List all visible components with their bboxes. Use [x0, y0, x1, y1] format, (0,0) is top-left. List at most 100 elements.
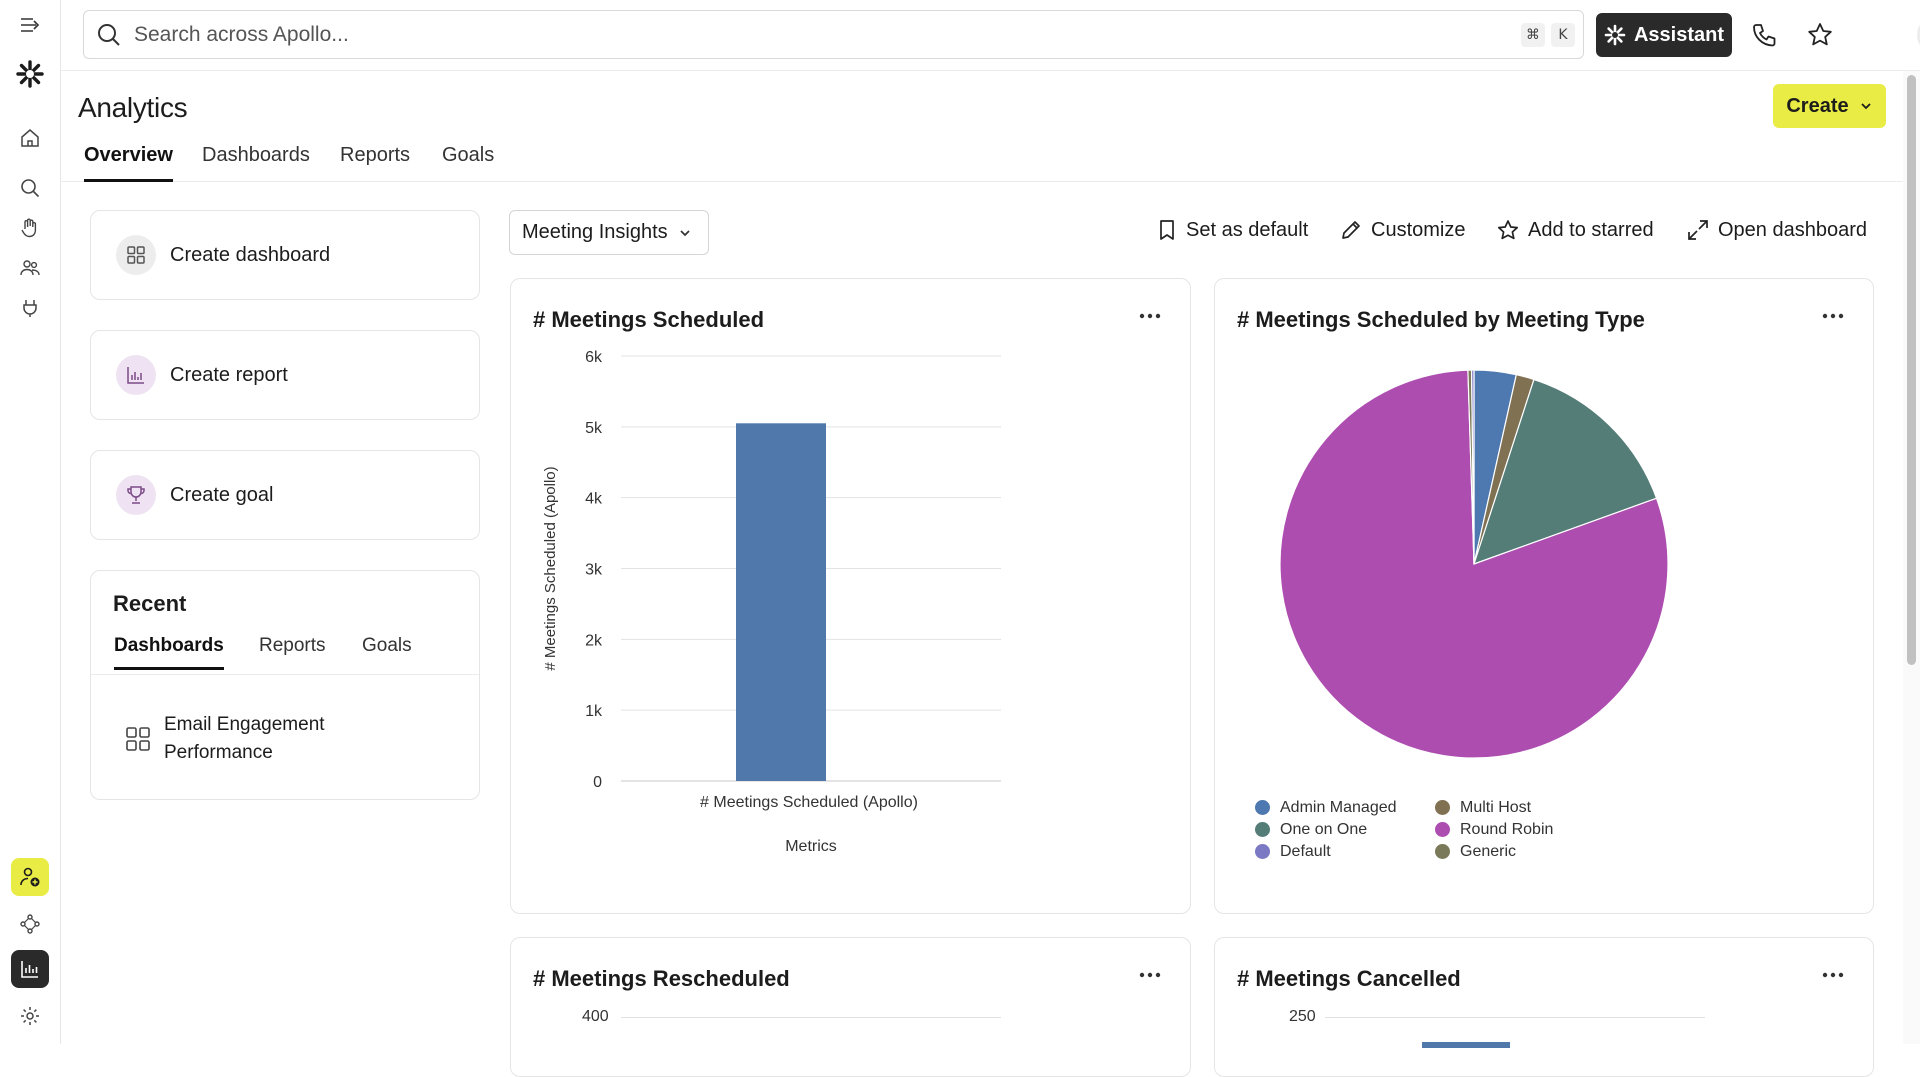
assistant-button[interactable]: Assistant [1596, 13, 1732, 57]
search-placeholder: Search across Apollo... [134, 22, 349, 46]
create-report-card[interactable]: Create report [90, 330, 480, 420]
more-options-icon[interactable] [1815, 960, 1851, 990]
chart-title: # Meetings Cancelled [1237, 966, 1461, 991]
create-button[interactable]: Create [1773, 84, 1886, 128]
legend-swatch [1435, 822, 1450, 837]
recent-panel: Recent Dashboards Reports Goals Email En… [90, 570, 480, 800]
legend-item[interactable]: Default [1255, 841, 1435, 862]
recent-dashboard-item[interactable]: Email Engagement Performance [124, 711, 354, 767]
y-tick-label: 250 [1289, 1008, 1316, 1025]
create-goal-label: Create goal [170, 483, 274, 506]
x-tick-label: # Meetings Scheduled (Apollo) [700, 794, 918, 811]
shortcut-k-key: K [1551, 23, 1575, 47]
home-icon[interactable] [14, 122, 46, 154]
legend-item[interactable]: Admin Managed [1255, 797, 1435, 818]
bookmark-icon [1160, 220, 1174, 240]
customize-button[interactable]: Customize [1339, 218, 1465, 242]
y-tick-label: 2k [585, 632, 603, 649]
bar [736, 423, 826, 781]
create-goal-card[interactable]: Create goal [90, 450, 480, 540]
y-tick-label: 400 [582, 1008, 609, 1025]
analytics-icon[interactable] [11, 950, 49, 988]
dashboard-select-value: Meeting Insights [522, 221, 668, 243]
recent-tab-goals[interactable]: Goals [362, 635, 412, 667]
engage-hand-icon[interactable] [14, 212, 46, 244]
expand-icon [1688, 220, 1708, 240]
meetings-scheduled-bar-chart: 0 1k 2k 3k 4k 5k 6k # Meetings Scheduled (Apoll… [542, 349, 1001, 855]
meetings-by-type-pie-chart [1279, 369, 1669, 759]
meetings-scheduled-card: # Meetings Scheduled 0 1k 2k 3k 4k 5k 6k # Meet… [510, 278, 1191, 914]
y-tick-label: 3k [585, 562, 603, 579]
meetings-by-type-card: # Meetings Scheduled by Meeting Type Adm… [1214, 278, 1874, 914]
gridline [621, 1017, 1001, 1018]
meetings-cancelled-card: # Meetings Cancelled 250 [1214, 937, 1874, 1077]
set-default-button[interactable]: Set as default [1156, 218, 1308, 242]
expand-sidebar-icon[interactable] [14, 9, 46, 41]
chart-title: # Meetings Rescheduled [533, 966, 790, 991]
deals-plug-icon[interactable] [14, 292, 46, 324]
recent-tabs: Dashboards Reports Goals [91, 635, 479, 675]
gridline [1325, 1017, 1705, 1018]
star-icon[interactable] [1803, 18, 1837, 52]
workflow-icon[interactable] [14, 908, 46, 940]
search-icon [98, 23, 120, 46]
page-title: Analytics [78, 92, 188, 123]
y-axis-label: # Meetings Scheduled (Apollo) [542, 466, 559, 670]
search-icon[interactable] [14, 172, 46, 204]
legend-item[interactable]: Multi Host [1435, 797, 1595, 818]
sparkle-icon [1604, 24, 1626, 46]
y-tick-label: 0 [593, 774, 602, 791]
x-axis-label: Metrics [785, 838, 837, 855]
add-contact-icon[interactable] [11, 858, 49, 896]
chevron-down-icon [1860, 103, 1871, 110]
y-tick-label: 4k [585, 491, 603, 508]
tab-dashboards[interactable]: Dashboards [202, 144, 310, 179]
recent-title: Recent [113, 591, 187, 616]
shortcut-mod-key: ⌘ [1521, 23, 1545, 47]
add-to-starred-label: Add to starred [1528, 218, 1654, 241]
recent-tab-dashboards[interactable]: Dashboards [114, 635, 224, 670]
bar [1422, 1042, 1510, 1048]
more-options-icon[interactable] [1815, 301, 1851, 331]
legend-label: Generic [1460, 842, 1517, 860]
create-label: Create [1786, 94, 1849, 117]
global-search-input[interactable]: Search across Apollo... ⌘ K [83, 10, 1584, 59]
add-to-starred-button[interactable]: Add to starred [1496, 218, 1654, 242]
recent-tab-reports[interactable]: Reports [259, 635, 326, 667]
legend-item[interactable]: Generic [1435, 841, 1595, 862]
chart-title: # Meetings Scheduled by Meeting Type [1237, 307, 1645, 332]
legend-item[interactable]: One on One [1255, 819, 1435, 840]
chart-title: # Meetings Scheduled [533, 307, 765, 332]
dashboard-select[interactable]: Meeting Insights [509, 210, 709, 255]
legend-item[interactable]: Round Robin [1435, 819, 1595, 840]
apollo-logo-icon[interactable] [14, 58, 46, 90]
more-options-icon[interactable] [1132, 960, 1168, 990]
open-dashboard-label: Open dashboard [1718, 218, 1868, 241]
legend-swatch [1435, 800, 1450, 815]
people-icon[interactable] [14, 252, 46, 284]
star-icon [1497, 220, 1519, 240]
legend-label: One on One [1280, 820, 1368, 838]
tab-goals[interactable]: Goals [442, 144, 494, 179]
analytics-tabs: Overview Dashboards Reports Goals [61, 138, 1903, 182]
create-report-label: Create report [170, 363, 288, 386]
legend-swatch [1435, 844, 1450, 859]
y-tick-label: 5k [585, 420, 603, 437]
tab-overview[interactable]: Overview [84, 144, 173, 182]
create-dashboard-card[interactable]: Create dashboard [90, 210, 480, 300]
y-tick-label: 1k [585, 703, 603, 720]
phone-icon[interactable] [1747, 18, 1781, 52]
recent-item-label: Email Engagement Performance [164, 714, 325, 763]
pie-legend: Admin Managed Multi Host One on One Round R… [1255, 797, 1595, 862]
more-options-icon[interactable] [1132, 301, 1168, 331]
settings-gear-icon[interactable] [14, 1000, 46, 1032]
chevron-down-icon [680, 229, 690, 236]
page-scrollbar-thumb[interactable] [1907, 75, 1916, 665]
tab-reports[interactable]: Reports [340, 144, 410, 179]
pencil-icon [1342, 221, 1360, 239]
customize-label: Customize [1371, 218, 1466, 241]
top-bar: Search across Apollo... ⌘ K Assistant TC [61, 0, 1920, 71]
open-dashboard-button[interactable]: Open dashboard [1686, 218, 1867, 242]
legend-swatch [1255, 822, 1270, 837]
dashboard-grid-icon [126, 727, 150, 751]
